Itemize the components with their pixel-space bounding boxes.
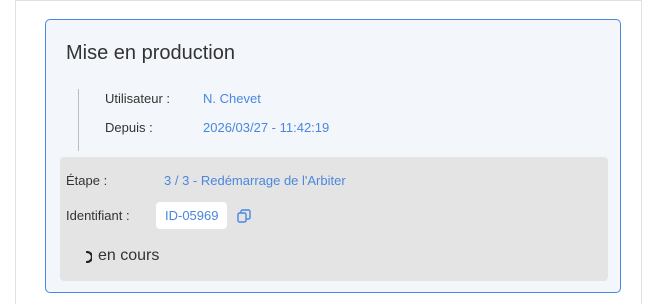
id-label: Identifiant : (66, 208, 130, 223)
user-value[interactable]: N. Chevet (203, 91, 261, 106)
status-row: en cours (85, 247, 160, 265)
step-value[interactable]: 3 / 3 - Redémarrage de l'Arbiter (164, 173, 346, 188)
step-panel: Étape : 3 / 3 - Redémarrage de l'Arbiter… (60, 157, 608, 281)
id-chip[interactable]: ID-05969 (156, 202, 228, 229)
since-label: Depuis : (105, 120, 153, 135)
user-label: Utilisateur : (105, 91, 171, 106)
info-block: Utilisateur : N. Chevet Depuis : 2026/03… (78, 89, 459, 151)
step-label: Étape : (66, 173, 108, 188)
id-row: Identifiant : ID-05969 (66, 202, 252, 229)
user-row: Utilisateur : N. Chevet (105, 91, 261, 106)
step-row: Étape : 3 / 3 - Redémarrage de l'Arbiter (66, 173, 346, 188)
card-title: Mise en production (66, 42, 235, 64)
since-value: 2026/03/27 - 11:42:19 (203, 120, 330, 135)
copy-icon[interactable] (236, 208, 252, 224)
spinner-icon (85, 250, 94, 264)
since-row: Depuis : 2026/03/27 - 11:42:19 (105, 120, 329, 135)
status-text: en cours (98, 247, 160, 264)
deployment-card: Mise en production Utilisateur : N. Chev… (45, 19, 621, 293)
